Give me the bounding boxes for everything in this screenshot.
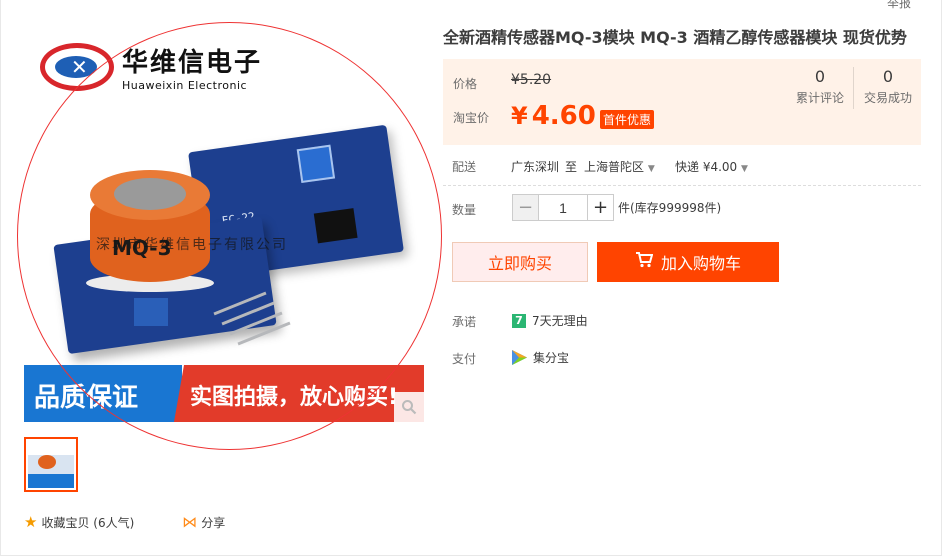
quantity-input[interactable]: [539, 194, 587, 221]
payment-text: 集分宝: [533, 351, 570, 365]
sensor-stand: [134, 298, 168, 326]
banner-quality-text: 品质保证: [24, 365, 182, 422]
delivery-label: 配送: [452, 160, 477, 174]
shipping-value: 快递 ¥4.00: [675, 160, 738, 174]
stock-info: 件(库存999998件): [618, 201, 722, 215]
promo-price: ¥4.60: [511, 101, 596, 131]
currency-symbol: ¥: [511, 102, 528, 130]
potentiometer: [296, 144, 336, 184]
promise-row[interactable]: 7 7天无理由: [512, 312, 588, 329]
sales-label: 交易成功: [863, 91, 912, 105]
quantity-label: 数量: [452, 203, 477, 217]
payment-row[interactable]: 集分宝: [512, 349, 569, 366]
destination-select[interactable]: 上海普陀区 ▼: [584, 158, 655, 175]
shipping-select[interactable]: 快递 ¥4.00 ▼: [675, 158, 748, 175]
quality-banner: 品质保证 实图拍摄，放心购买!: [24, 365, 424, 422]
reviews-stat[interactable]: 0 累计评论: [789, 67, 851, 106]
add-to-cart-button[interactable]: 加入购物车: [597, 242, 779, 282]
quantity-increase-button[interactable]: +: [587, 194, 614, 221]
header-pins: [212, 291, 291, 346]
reviews-count: 0: [814, 67, 826, 86]
bottom-actions: ★ 收藏宝贝 (6人气) ⋈ 分享: [24, 513, 225, 531]
banner-real-photo-text: 实图拍摄，放心购买!: [174, 365, 424, 422]
favorite-link[interactable]: 收藏宝贝 (6人气): [41, 514, 134, 531]
ic-chip: [313, 208, 358, 244]
star-icon: ★: [24, 513, 38, 531]
buy-now-button[interactable]: 立即购买: [452, 242, 588, 282]
brand-logo-icon: [40, 43, 114, 91]
promo-price-value: 4.60: [531, 101, 596, 131]
mq3-sensor: MQ-3: [86, 170, 214, 292]
chevron-down-icon: ▼: [741, 164, 748, 174]
thumbnail-image: [28, 441, 74, 488]
main-product-image[interactable]: 华维信电子 Huaweixin Electronic FC-22 MQ-3 深圳…: [24, 20, 424, 422]
taobao-price-label: 淘宝价: [453, 111, 490, 125]
promise-text: 7天无理由: [532, 314, 588, 328]
favorite-count: (6人气): [93, 515, 135, 530]
quantity-stepper: − + 件(库存999998件): [512, 194, 721, 221]
product-detail-panel: 举报 华维信电子 Huaweixin Electronic FC-22: [0, 0, 942, 556]
destination-value: 上海普陀区: [584, 160, 645, 174]
stat-divider: [853, 67, 854, 109]
payment-label: 支付: [452, 352, 477, 366]
reviews-label: 累计评论: [795, 91, 844, 105]
add-to-cart-label: 加入购物车: [660, 254, 741, 273]
delivery-to-word: 至: [565, 160, 578, 174]
brand-name-en: Huaweixin Electronic: [122, 79, 248, 92]
sales-stat: 0 交易成功: [857, 67, 919, 106]
watermark-text: 深圳市华维信电子有限公司: [96, 237, 288, 253]
favorite-label: 收藏宝贝: [41, 515, 90, 530]
share-icon: ⋈: [182, 513, 198, 531]
brand-name-cn: 华维信电子: [122, 48, 263, 78]
quantity-decrease-button[interactable]: −: [512, 194, 539, 221]
jifenbao-icon: [512, 350, 527, 365]
product-title: 全新酒精传感器MQ-3模块 MQ-3 酒精乙醇传感器模块 现货优势: [443, 28, 907, 47]
promise-label: 承诺: [452, 315, 477, 329]
delivery-row: 配送 广东深圳 至 上海普陀区 ▼ 快递 ¥4.00 ▼: [443, 158, 921, 175]
chevron-down-icon: ▼: [647, 164, 655, 174]
seven-days-icon: 7: [512, 313, 526, 328]
share-link[interactable]: 分享: [201, 514, 225, 531]
divider: [443, 185, 921, 186]
brand-logo-block: 华维信电子 Huaweixin Electronic: [40, 42, 262, 92]
sales-count: 0: [882, 67, 894, 86]
zoom-button[interactable]: [394, 392, 424, 422]
magnifier-icon: [402, 400, 417, 415]
thumbnail-1[interactable]: [24, 437, 78, 492]
delivery-from: 广东深圳: [511, 160, 560, 174]
cart-icon: [635, 252, 654, 272]
original-price: ¥5.20: [511, 72, 552, 88]
price-label: 价格: [453, 77, 478, 91]
report-link[interactable]: 举报: [887, 0, 911, 11]
promo-tag: 首件优惠: [600, 110, 655, 129]
price-box: 价格 ¥5.20 淘宝价 ¥4.60 首件优惠 0 累计评论 0 交易成功: [443, 59, 921, 145]
